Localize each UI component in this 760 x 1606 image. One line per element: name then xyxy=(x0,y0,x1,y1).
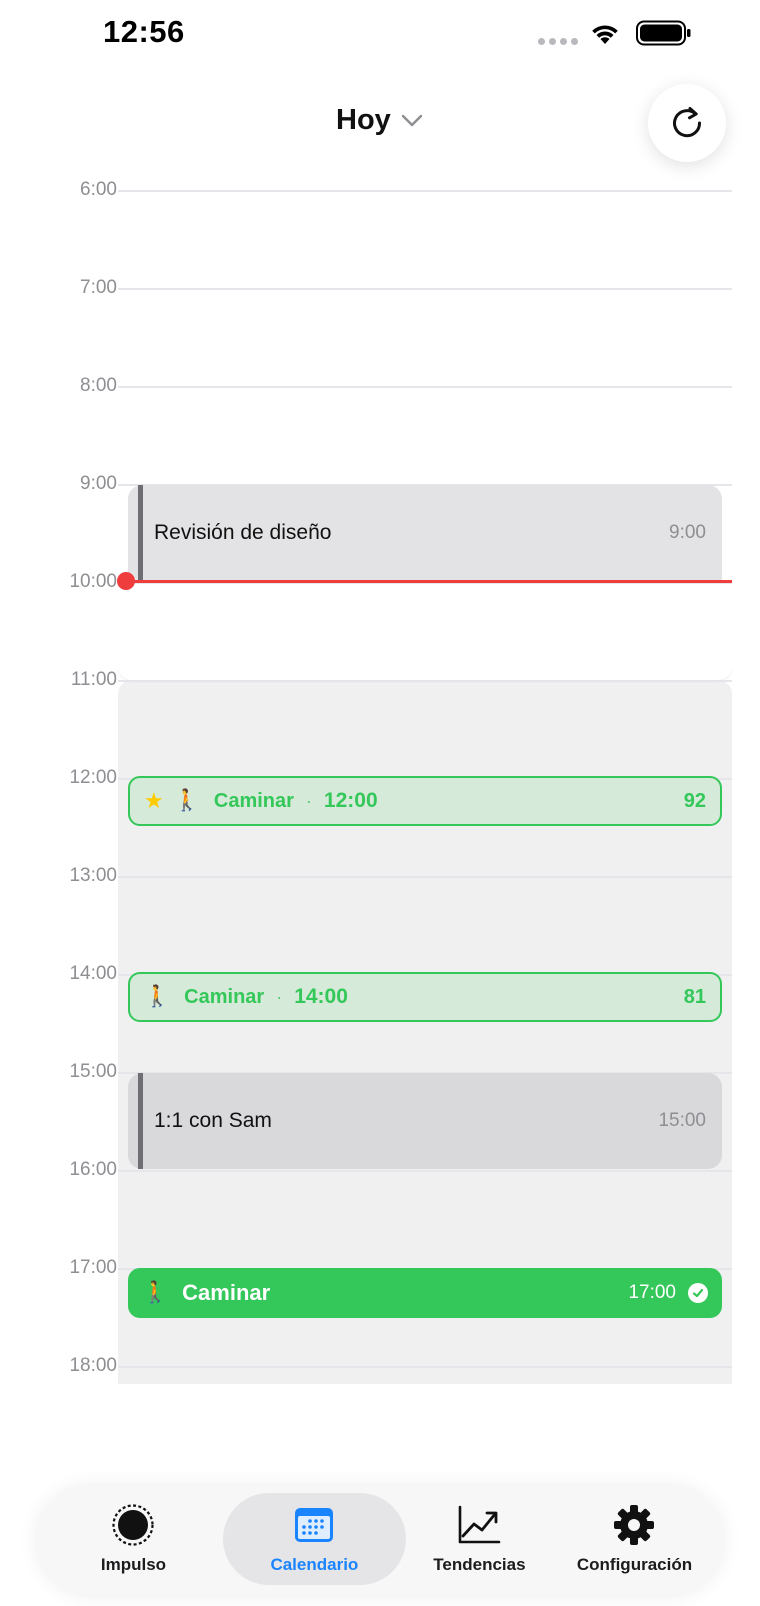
status-time: 12:56 xyxy=(103,14,185,49)
tab-bar: Impulso Calendario Tendencias Configurac… xyxy=(36,1484,724,1594)
hour-label: 8:00 xyxy=(80,375,117,396)
hour-row: 13:00 xyxy=(0,865,760,886)
event-title: 1:1 con Sam xyxy=(154,1109,272,1132)
calendar-icon xyxy=(292,1503,336,1547)
completed-title: Caminar xyxy=(182,1280,271,1305)
hour-label: 14:00 xyxy=(69,963,117,984)
page-title: Hoy xyxy=(336,104,391,136)
hour-label: 15:00 xyxy=(69,1061,117,1082)
suggestion-time: 12:00 xyxy=(323,789,378,812)
hour-label: 18:00 xyxy=(69,1355,117,1376)
tab-calendario[interactable]: Calendario xyxy=(222,1493,406,1585)
hour-gridline xyxy=(118,288,732,290)
hour-gridline xyxy=(118,1366,732,1368)
suggestion-label: Caminar xyxy=(213,789,294,812)
hour-label: 9:00 xyxy=(80,473,117,494)
hour-row: 16:00 xyxy=(0,1159,760,1180)
cellular-signal-icon xyxy=(538,38,578,45)
event-color-bar xyxy=(138,1073,143,1169)
tab-label: Tendencias xyxy=(433,1555,526,1574)
tab-label: Configuración xyxy=(576,1555,693,1574)
suggestion-label: Caminar xyxy=(184,985,265,1008)
separator-dot: · xyxy=(276,986,283,1007)
current-time-line xyxy=(126,580,732,583)
hour-row: 11:00 xyxy=(0,669,760,690)
hour-label: 11:00 xyxy=(70,669,117,690)
event-time: 9:00 xyxy=(669,522,706,543)
suggestion-score: 81 xyxy=(683,985,706,1008)
hour-row: 18:00 xyxy=(0,1355,760,1376)
day-timeline[interactable]: 6:00 7:00 8:00 9:00 10:00 11:00 12:00 13… xyxy=(0,179,760,1412)
walk-suggestion-noon[interactable]: ★ 🚶 Caminar · 12:00 92 xyxy=(128,776,722,826)
hour-row: 8:00 xyxy=(0,375,760,396)
hour-label: 17:00 xyxy=(69,1257,117,1278)
current-time-dot xyxy=(117,572,135,590)
refresh-button[interactable] xyxy=(648,84,726,162)
tab-impulso[interactable]: Impulso xyxy=(44,1493,223,1585)
completed-walk-evening[interactable]: 🚶 Caminar 17:00 xyxy=(128,1268,722,1318)
calendar-event-design-review[interactable]: Revisión de diseño 9:00 xyxy=(128,485,722,581)
hour-label: 6:00 xyxy=(80,179,117,200)
walking-person-icon: 🚶 xyxy=(142,1281,169,1304)
date-selector[interactable]: Hoy xyxy=(336,104,423,137)
suggestion-score: 92 xyxy=(683,789,706,812)
hour-label: 7:00 xyxy=(80,277,117,298)
separator-dot: · xyxy=(305,790,312,811)
walk-suggestion-afternoon[interactable]: 🚶 Caminar · 14:00 81 xyxy=(128,972,722,1022)
status-bar: 12:56 xyxy=(0,0,760,70)
tab-tendencias[interactable]: Tendencias xyxy=(406,1493,553,1585)
trend-chart-icon xyxy=(457,1503,501,1547)
tab-label: Calendario xyxy=(270,1555,359,1574)
hour-label: 12:00 xyxy=(69,767,117,788)
battery-icon xyxy=(636,20,691,46)
walking-person-icon: 🚶 xyxy=(173,789,200,812)
tab-label: Impulso xyxy=(100,1555,167,1574)
hour-gridline xyxy=(118,876,732,878)
hour-label: 13:00 xyxy=(69,865,117,886)
gear-icon xyxy=(612,1503,656,1547)
hour-row: 7:00 xyxy=(0,277,760,298)
hour-gridline xyxy=(118,1170,732,1172)
walking-person-icon: 🚶 xyxy=(144,985,171,1008)
chevron-down-icon xyxy=(401,114,422,126)
star-icon: ★ xyxy=(144,788,164,813)
event-time: 15:00 xyxy=(658,1110,706,1131)
hour-row: 6:00 xyxy=(0,179,760,200)
event-title: Revisión de diseño xyxy=(154,521,332,544)
hour-gridline xyxy=(118,386,732,388)
pulse-ring-icon xyxy=(111,1503,155,1547)
hour-label: 16:00 xyxy=(69,1159,117,1180)
calendar-event-one-on-one[interactable]: 1:1 con Sam 15:00 xyxy=(128,1073,722,1169)
hour-label: 10:00 xyxy=(69,571,117,592)
suggestion-time: 14:00 xyxy=(294,985,348,1008)
refresh-icon xyxy=(673,107,702,138)
tab-configuracion[interactable]: Configuración xyxy=(553,1493,716,1585)
hour-gridline xyxy=(118,680,732,682)
hour-gridline xyxy=(118,190,732,192)
wifi-icon xyxy=(592,25,618,44)
completed-time: 17:00 xyxy=(628,1282,676,1303)
checkmark-icon xyxy=(688,1283,708,1303)
event-color-bar xyxy=(138,485,143,581)
